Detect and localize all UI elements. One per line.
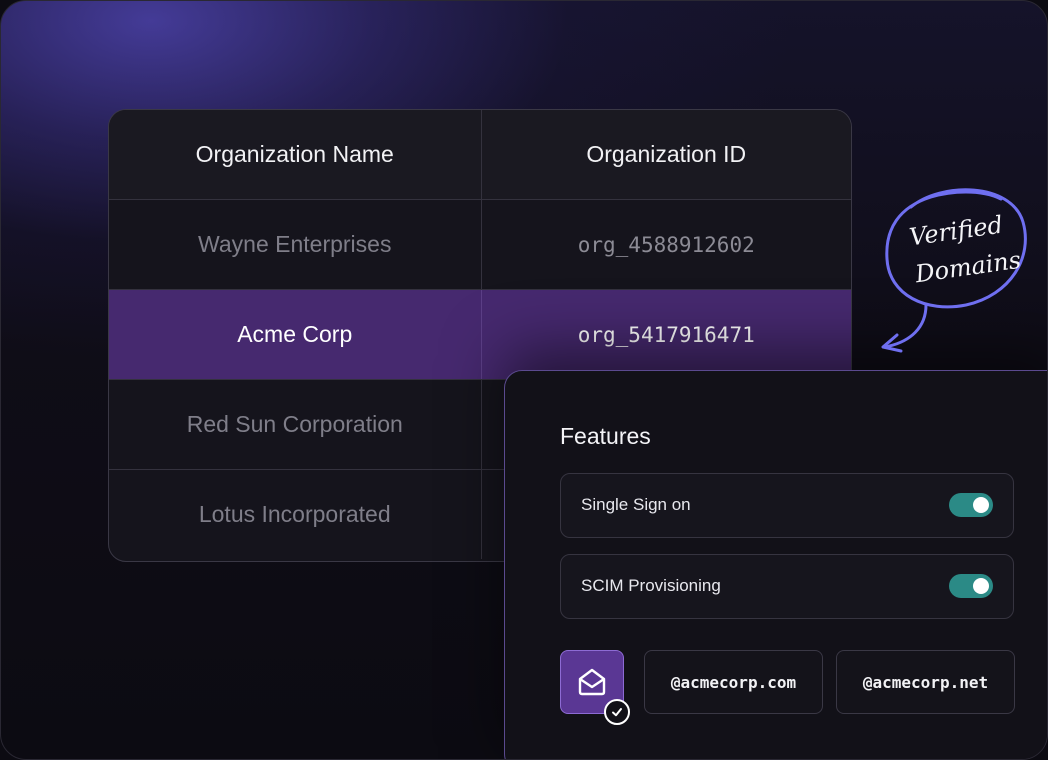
features-panel: Features Single Sign on SCIM Provisionin… <box>504 370 1047 759</box>
feature-row-scim: SCIM Provisioning <box>560 554 1014 619</box>
table-header-row: Organization Name Organization ID <box>109 110 851 200</box>
features-title: Features <box>560 423 651 449</box>
mail-open-icon <box>578 668 606 696</box>
feature-label: Single Sign on <box>581 495 691 514</box>
toggle-knob <box>973 578 989 594</box>
check-circle-icon <box>604 699 630 725</box>
sso-toggle[interactable] <box>949 493 993 517</box>
scim-toggle[interactable] <box>949 574 993 598</box>
feature-label: SCIM Provisioning <box>581 576 721 595</box>
organization-id-cell: org_4588912602 <box>577 232 755 257</box>
column-header-organization-id[interactable]: Organization ID <box>482 110 852 199</box>
table-row-selected[interactable]: Acme Corp org_5417916471 <box>109 290 851 380</box>
organization-name-cell: Wayne Enterprises <box>109 200 482 289</box>
column-header-organization-name[interactable]: Organization Name <box>109 110 482 199</box>
verified-domains-annotation: Verified Domains <box>871 177 1036 357</box>
domain-chip[interactable]: @acmecorp.net <box>836 650 1015 714</box>
domain-chip[interactable]: @acmecorp.com <box>644 650 823 714</box>
organization-name-cell: Red Sun Corporation <box>109 380 482 469</box>
app-window: Organization Name Organization ID Wayne … <box>0 0 1048 760</box>
organization-id-cell: org_5417916471 <box>577 322 755 347</box>
organization-name-cell: Acme Corp <box>109 290 482 379</box>
table-row[interactable]: Wayne Enterprises org_4588912602 <box>109 200 851 290</box>
toggle-knob <box>973 497 989 513</box>
organization-name-cell: Lotus Incorporated <box>109 470 482 559</box>
feature-row-sso: Single Sign on <box>560 473 1014 538</box>
